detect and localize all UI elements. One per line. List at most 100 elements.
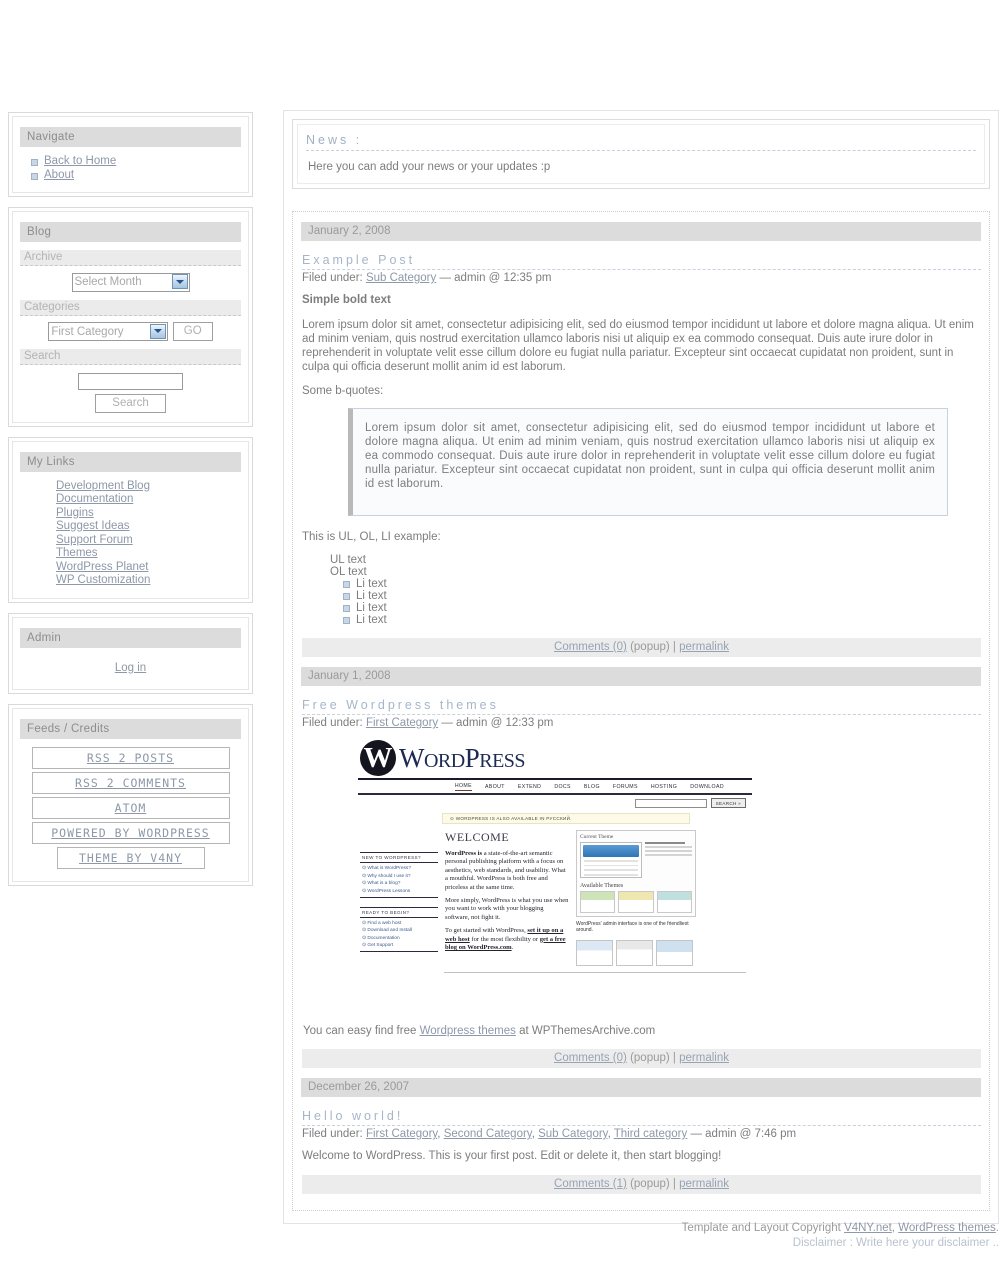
screenshot-search-button[interactable]: SEARCH » (710, 798, 746, 808)
screenshot-nav-docs[interactable]: DOCS (554, 784, 571, 790)
permalink-link[interactable]: permalink (679, 1178, 729, 1190)
screenshot-nav-about[interactable]: ABOUT (485, 784, 505, 790)
widget-my-links-title: My Links (20, 451, 241, 472)
screenshot-caption: WordPress' admin interface is one of the… (576, 921, 689, 934)
screenshot-search-row: SEARCH » (358, 795, 752, 811)
meta-prefix: Filed under: (302, 272, 363, 284)
sidebar: Navigate Back to Home About Blog Archive… (8, 112, 253, 896)
screenshot-nav-download[interactable]: DOWNLOAD (690, 784, 724, 790)
ready-item[interactable]: ⊙ Documentation (360, 936, 438, 941)
screenshot-nav-hosting[interactable]: HOSTING (651, 784, 677, 790)
news-box: News : Here you can add your news or you… (292, 119, 990, 189)
category-link-first-category[interactable]: First Category (366, 1128, 437, 1140)
post-date: January 2, 2008 (301, 222, 981, 241)
category-link-second-category[interactable]: Second Category (444, 1128, 532, 1140)
badge-theme-by-v4ny[interactable]: THEME BY V4NY (56, 846, 205, 869)
screenshot-nav-blog[interactable]: BLOG (584, 784, 600, 790)
theme-info (645, 842, 692, 878)
screenshot-logo-row: W WORDPRESS (358, 738, 752, 780)
post-date: December 26, 2007 (301, 1078, 981, 1097)
categories-go-button[interactable]: GO (172, 321, 213, 341)
separator: | (672, 1052, 676, 1064)
badge-atom[interactable]: ATOM (31, 796, 230, 819)
comments-link[interactable]: Comments (1) (554, 1178, 627, 1190)
new-item[interactable]: ⊙ WordPress Lessons (360, 889, 438, 894)
link-wordpress-planet[interactable]: WordPress Planet (56, 561, 148, 573)
permalink-link[interactable]: permalink (679, 641, 729, 653)
screenshot-russian-notice: ⊙ WORDPRESS IS ALSO AVAILABLE IN РУССКИЙ… (442, 813, 690, 824)
available-theme-thumb (618, 891, 654, 913)
screenshot-nav-home[interactable]: HOME (454, 783, 472, 791)
category-link-first-category[interactable]: First Category (366, 717, 438, 729)
badge-powered-by-wordpress[interactable]: POWERED BY WORDPRESS (31, 821, 230, 844)
content-column: News : Here you can add your news or you… (283, 110, 999, 1224)
search-input[interactable] (78, 372, 183, 390)
archive-select[interactable]: Select Month (71, 272, 190, 292)
popup-label[interactable]: (popup) (630, 1052, 670, 1064)
screenshot-nav-forums[interactable]: FORUMS (613, 784, 638, 790)
screenshot-right-column: Current Theme Available Themes WordPress… (576, 830, 696, 966)
post-title: Example Post (302, 253, 981, 270)
category-link-third-category[interactable]: Third category (614, 1128, 688, 1140)
archive-select-wrapper[interactable]: Select Month (71, 272, 190, 292)
period: . (995, 1222, 999, 1234)
ready-item[interactable]: ⊙ Download and Install (360, 928, 438, 933)
new-item[interactable]: ⊙ Why should I use it? (360, 874, 438, 879)
link-wp-customization[interactable]: WP Customization (56, 574, 150, 586)
link-documentation[interactable]: Documentation (56, 493, 133, 505)
widget-navigate-title: Navigate (20, 127, 241, 147)
welcome-paragraph-1: WordPress is a state-of-the-art semantic… (445, 850, 569, 892)
link-suggest-ideas[interactable]: Suggest Ideas (56, 520, 130, 532)
link-wordpress-themes[interactable]: Wordpress themes (420, 1025, 516, 1037)
list-item: Support Forum (42, 534, 241, 547)
post-paragraph: Lorem ipsum dolor sit amet, consectetur … (302, 319, 974, 373)
new-to-wordpress-header: NEW TO WORDPRESS? (360, 852, 438, 863)
categories-select[interactable]: First Category (48, 322, 169, 341)
screenshot-search-input[interactable] (634, 798, 707, 808)
popup-label[interactable]: (popup) (630, 641, 670, 653)
ready-item[interactable]: ⊙ Find a web host (360, 921, 438, 926)
post-comments-bar: Comments (1) (popup) | permalink (302, 1175, 981, 1194)
ready-item[interactable]: ⊙ Get Support (360, 943, 438, 948)
screenshot-nav-extend[interactable]: EXTEND (518, 784, 541, 790)
wordmark-ord: ORD (423, 749, 465, 772)
category-link-sub-category[interactable]: Sub Category (538, 1128, 607, 1140)
comments-link[interactable]: Comments (0) (554, 1052, 627, 1064)
search-button[interactable]: Search (95, 393, 166, 413)
new-item[interactable]: ⊙ What is a blog? (360, 881, 438, 886)
footer-link-wordpress-themes[interactable]: WordPress themes (898, 1222, 996, 1234)
news-body: Here you can add your news or your updat… (308, 161, 551, 173)
link-plugins[interactable]: Plugins (56, 507, 94, 519)
new-item[interactable]: ⊙ What is WordPress? (360, 866, 438, 871)
after-image-text: You can easy find free Wordpress themes … (303, 1025, 981, 1037)
separator: | (672, 1178, 676, 1190)
link-development-blog[interactable]: Development Blog (56, 480, 150, 492)
comma: , (891, 1222, 896, 1234)
link-support-forum[interactable]: Support Forum (56, 534, 133, 546)
footer-link-v4ny[interactable]: V4NY.net (844, 1222, 892, 1234)
widget-my-links: My Links Development Blog Documentation … (8, 436, 253, 603)
divider (444, 971, 746, 973)
nav-link-back-to-home[interactable]: Back to Home (44, 155, 116, 167)
permalink-link[interactable]: permalink (679, 1052, 729, 1064)
badge-rss2-comments[interactable]: RSS 2 COMMENTS (31, 771, 230, 794)
link-themes[interactable]: Themes (56, 547, 98, 559)
widget-blog: Blog Archive Select Month Categories Fir… (8, 207, 253, 427)
list-item: Themes (42, 547, 241, 560)
widget-admin: Admin Log in (8, 612, 253, 694)
post-hello-world: Hello world! Filed under: First Category… (301, 1109, 981, 1194)
thumbnail (616, 939, 653, 966)
list-item: Plugins (42, 507, 241, 520)
login-link[interactable]: Log in (115, 662, 146, 674)
my-links-list: Development Blog Documentation Plugins S… (20, 480, 241, 587)
badge-rss2-posts[interactable]: RSS 2 POSTS (31, 746, 230, 769)
categories-select-wrapper[interactable]: First Category (48, 322, 169, 341)
list-item: Li text (342, 590, 981, 602)
comments-link[interactable]: Comments (0) (554, 641, 627, 653)
post-meta: Filed under: First Category, Second Cate… (302, 1128, 797, 1140)
p3-end: . (511, 944, 514, 952)
list-intro: This is UL, OL, LI example: (302, 531, 441, 543)
popup-label[interactable]: (popup) (630, 1178, 670, 1190)
nav-link-about[interactable]: About (44, 169, 74, 181)
category-link-sub-category[interactable]: Sub Category (366, 272, 436, 284)
